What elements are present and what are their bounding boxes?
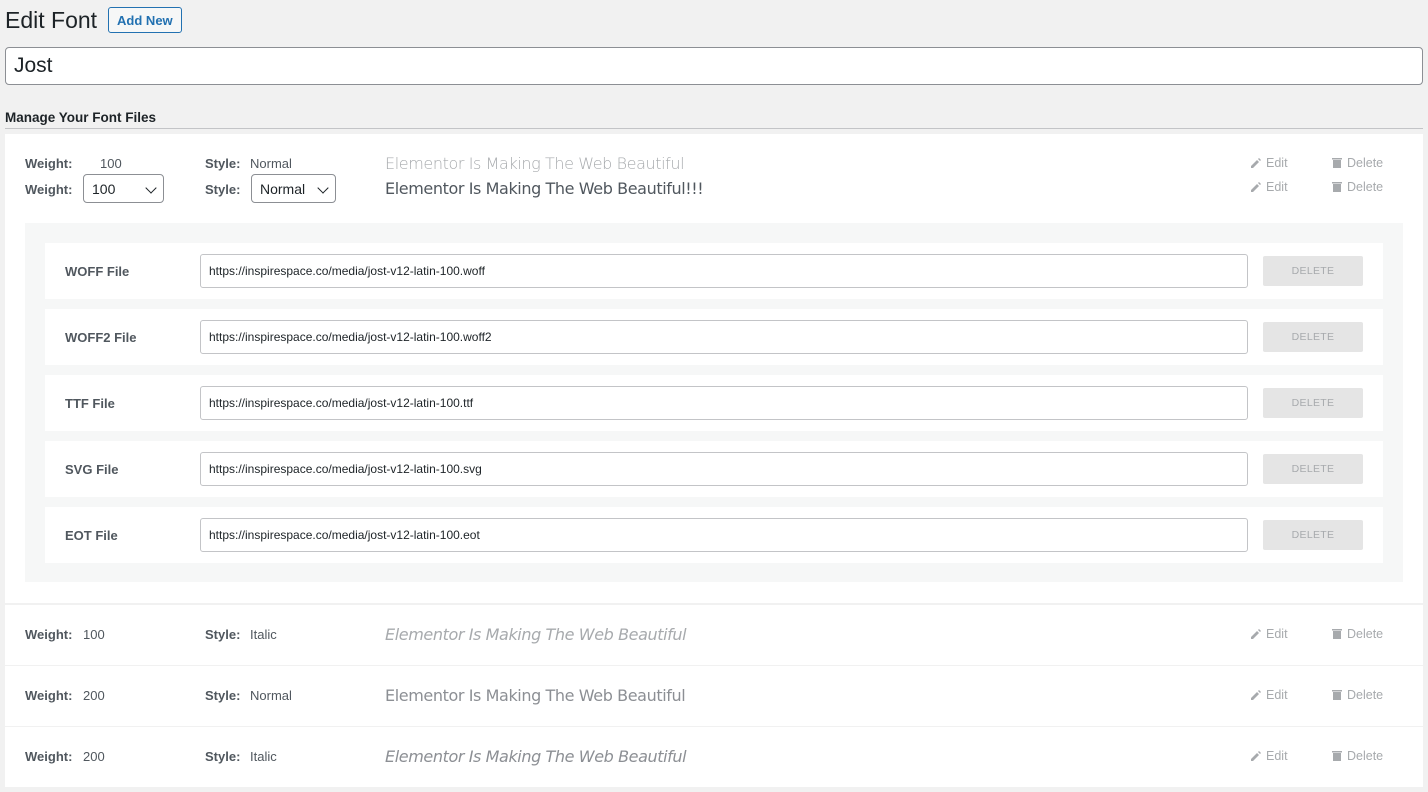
page-title: Edit Font xyxy=(5,6,98,33)
style-value: Normal xyxy=(250,688,292,703)
section-title: Manage Your Font Files xyxy=(5,110,157,125)
delete-link[interactable]: Delete xyxy=(1331,627,1383,641)
weight-label: Weight: xyxy=(25,156,73,171)
file-delete-button[interactable]: DELETE xyxy=(1263,520,1363,550)
delete-label: Delete xyxy=(1347,688,1384,702)
chevron-down-icon xyxy=(317,182,329,194)
style-value: Normal xyxy=(250,156,292,171)
weight-value: 200 xyxy=(83,688,105,703)
style-label: Style: xyxy=(205,688,241,703)
file-url-input[interactable]: https://inspirespace.co/media/jost-v12-l… xyxy=(200,254,1248,288)
file-row-svg: SVG File https://inspirespace.co/media/j… xyxy=(45,441,1383,497)
trash-icon xyxy=(1332,158,1342,168)
file-delete-button[interactable]: DELETE xyxy=(1263,256,1363,286)
file-label: WOFF File xyxy=(65,264,130,279)
font-preview: Elementor Is Making The Web Beautiful xyxy=(385,747,687,766)
weight-select[interactable]: 100 xyxy=(83,174,164,203)
file-row-ttf: TTF File https://inspirespace.co/media/j… xyxy=(45,375,1383,431)
edit-link[interactable]: Edit xyxy=(1250,180,1288,194)
weight-value: 200 xyxy=(83,749,105,764)
file-url-input[interactable]: https://inspirespace.co/media/jost-v12-l… xyxy=(200,518,1248,552)
section-divider xyxy=(5,128,1423,129)
trash-icon xyxy=(1332,751,1342,761)
trash-icon xyxy=(1332,690,1342,700)
weight-value: 100 xyxy=(100,156,122,171)
font-name-input[interactable] xyxy=(5,47,1423,85)
edit-label: Edit xyxy=(1266,749,1288,763)
file-delete-button[interactable]: DELETE xyxy=(1263,454,1363,484)
file-row-woff: WOFF File https://inspirespace.co/media/… xyxy=(45,243,1383,299)
weight-label: Weight: xyxy=(25,688,73,703)
style-value: Italic xyxy=(250,627,277,642)
style-label: Style: xyxy=(205,156,241,171)
file-label: EOT File xyxy=(65,528,118,543)
style-label: Style: xyxy=(205,749,241,764)
weight-label: Weight: xyxy=(25,627,73,642)
edit-label: Edit xyxy=(1266,627,1288,641)
weight-value: 100 xyxy=(83,627,105,642)
font-variant-row: Weight: 100 Style: Italic Elementor Is M… xyxy=(5,605,1423,665)
style-select[interactable]: Normal xyxy=(251,174,336,203)
style-value: Italic xyxy=(250,749,277,764)
font-preview: Elementor Is Making The Web Beautiful xyxy=(385,154,685,173)
edit-label: Edit xyxy=(1266,156,1288,170)
edit-label: Edit xyxy=(1266,180,1288,194)
edit-label: Edit xyxy=(1266,688,1288,702)
file-row-eot: EOT File https://inspirespace.co/media/j… xyxy=(45,507,1383,563)
file-label: TTF File xyxy=(65,396,115,411)
trash-icon xyxy=(1332,182,1342,192)
pencil-icon xyxy=(1251,751,1261,761)
font-variant-open: Weight: 100 Style: Normal Elementor Is M… xyxy=(5,134,1423,603)
font-preview: Elementor Is Making The Web Beautiful xyxy=(385,625,687,644)
delete-label: Delete xyxy=(1347,180,1384,194)
delete-label: Delete xyxy=(1347,749,1384,763)
font-preview-edit: Elementor Is Making The Web Beautiful!!! xyxy=(385,179,704,198)
delete-link[interactable]: Delete xyxy=(1331,749,1383,763)
delete-link[interactable]: Delete xyxy=(1331,688,1383,702)
delete-label: Delete xyxy=(1347,627,1384,641)
file-url-input[interactable]: https://inspirespace.co/media/jost-v12-l… xyxy=(200,320,1248,354)
trash-icon xyxy=(1332,629,1342,639)
style-select-value: Normal xyxy=(260,180,306,197)
file-row-woff2: WOFF2 File https://inspirespace.co/media… xyxy=(45,309,1383,365)
edit-link[interactable]: Edit xyxy=(1250,688,1288,702)
delete-link[interactable]: Delete xyxy=(1331,180,1383,194)
edit-link[interactable]: Edit xyxy=(1250,749,1288,763)
file-delete-button[interactable]: DELETE xyxy=(1263,322,1363,352)
font-variant-row: Weight: 200 Style: Italic Elementor Is M… xyxy=(5,727,1423,787)
chevron-down-icon xyxy=(145,182,157,194)
font-variant-row: Weight: 200 Style: Normal Elementor Is M… xyxy=(5,666,1423,726)
pencil-icon xyxy=(1251,690,1261,700)
delete-label: Delete xyxy=(1347,156,1384,170)
font-files-panel: WOFF File https://inspirespace.co/media/… xyxy=(25,223,1403,582)
file-delete-button[interactable]: DELETE xyxy=(1263,388,1363,418)
file-url-input[interactable]: https://inspirespace.co/media/jost-v12-l… xyxy=(200,386,1248,420)
edit-link[interactable]: Edit xyxy=(1250,156,1288,170)
add-new-button[interactable]: Add New xyxy=(108,7,182,33)
pencil-icon xyxy=(1251,629,1261,639)
edit-weight-label: Weight: xyxy=(25,182,73,197)
file-label: SVG File xyxy=(65,462,119,477)
edit-link[interactable]: Edit xyxy=(1250,627,1288,641)
file-label: WOFF2 File xyxy=(65,330,137,345)
file-url-input[interactable]: https://inspirespace.co/media/jost-v12-l… xyxy=(200,452,1248,486)
page-header: Edit Font Add New xyxy=(5,6,182,34)
edit-style-label: Style: xyxy=(205,182,241,197)
weight-select-value: 100 xyxy=(92,180,116,197)
style-label: Style: xyxy=(205,627,241,642)
weight-label: Weight: xyxy=(25,749,73,764)
pencil-icon xyxy=(1251,158,1261,168)
font-preview: Elementor Is Making The Web Beautiful xyxy=(385,686,686,705)
pencil-icon xyxy=(1251,182,1261,192)
delete-link[interactable]: Delete xyxy=(1331,156,1383,170)
